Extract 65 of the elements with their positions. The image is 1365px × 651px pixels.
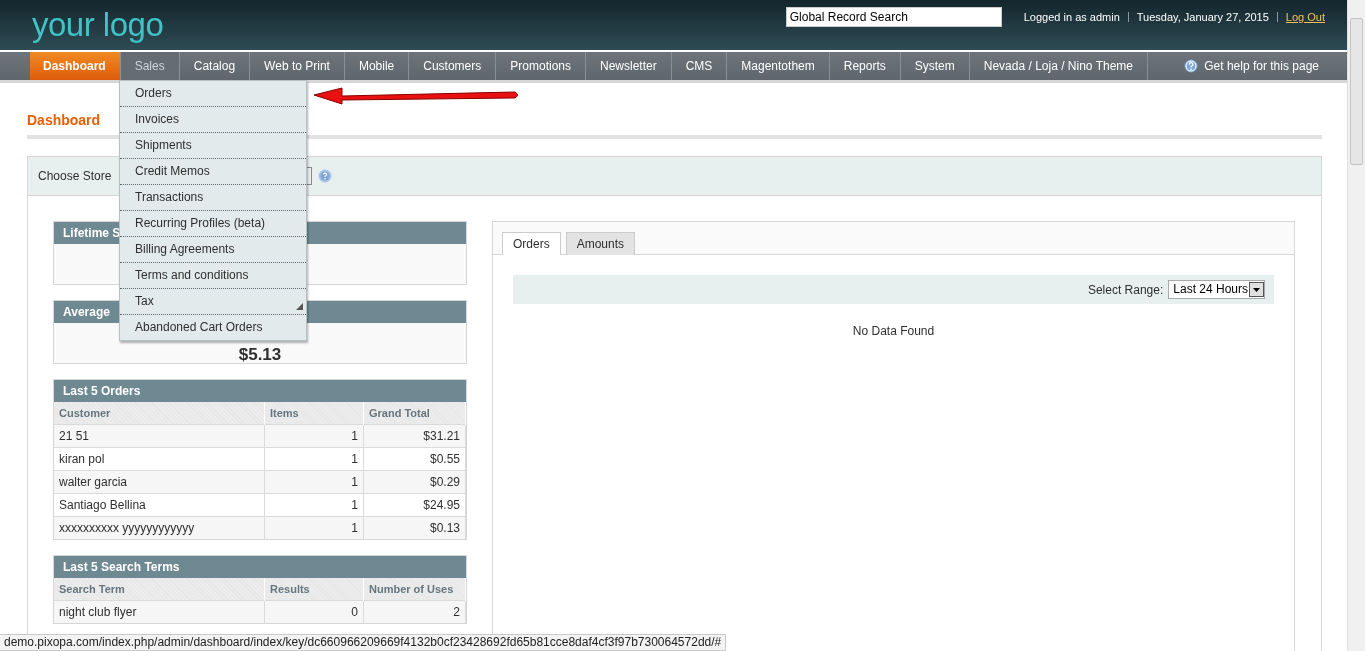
nav-item[interactable]: CMS	[671, 52, 728, 80]
table-cell: $0.55	[363, 447, 466, 471]
table-cell: walter garcia	[54, 470, 265, 494]
search-field[interactable]: Global Record Search	[785, 7, 1002, 27]
date-text: Tuesday, January 27, 2015	[1136, 11, 1269, 23]
menu-item[interactable]: Billing Agreements	[120, 237, 306, 263]
nav-item[interactable]: System	[900, 52, 970, 80]
menu-item[interactable]: Credit Memos	[120, 159, 306, 185]
stat-value: $5.13	[238, 346, 282, 363]
nav-item[interactable]: Magentothem	[727, 52, 830, 80]
table-cell: 21 51	[54, 424, 265, 448]
table-cell: night club flyer	[54, 600, 265, 623]
menu-item[interactable]: Transactions	[120, 185, 306, 211]
help-icon[interactable]	[318, 169, 333, 183]
tab[interactable]: Amounts	[565, 232, 636, 255]
column-header: Customer	[54, 402, 265, 425]
table-cell: xxxxxxxxxx yyyyyyyyyyyy	[54, 516, 265, 539]
help-icon[interactable]	[1184, 59, 1199, 73]
table-cell: 1	[264, 424, 364, 448]
scroll-thumb[interactable]	[1350, 18, 1363, 165]
table-cell: 1	[264, 516, 364, 539]
menu-item[interactable]: Tax	[120, 289, 306, 315]
table-cell: 1	[264, 470, 364, 494]
nav-item[interactable]: Promotions	[496, 52, 586, 80]
help-link[interactable]: Get help for this page	[1204, 59, 1319, 73]
range-label: Select Range:	[1087, 282, 1164, 297]
nav-item[interactable]: Sales	[120, 52, 180, 80]
scrollbar[interactable]	[1347, 0, 1365, 651]
column-header: Grand Total	[363, 402, 466, 425]
column-header: Number of Uses	[363, 578, 466, 601]
table-cell: 1	[264, 447, 364, 471]
table-cell: 0	[264, 600, 364, 623]
page-title: Dashboard	[27, 111, 101, 130]
table-cell: 2	[363, 600, 466, 623]
table-cell: kiran pol	[54, 447, 265, 471]
menu-item[interactable]: Invoices	[120, 107, 306, 133]
tab[interactable]: Orders	[502, 232, 561, 255]
menu-item[interactable]: Orders	[120, 81, 306, 107]
table-cell: $0.29	[363, 470, 466, 494]
user-info: Logged in as admin	[1023, 11, 1120, 23]
table-cell: $31.21	[363, 424, 466, 448]
table-cell: 1	[264, 493, 364, 517]
nav-item[interactable]: Newsletter	[586, 52, 672, 80]
menu-item[interactable]: Shipments	[120, 133, 306, 159]
box-header: Last 5 Orders	[54, 380, 466, 402]
nav-item[interactable]: Nevada / Loja / Nino Theme	[969, 52, 1148, 80]
table-cell: $0.13	[363, 516, 466, 539]
logo[interactable]: your logo	[32, 6, 164, 44]
table-cell: Santiago Bellina	[54, 493, 265, 517]
nav-item[interactable]: Customers	[409, 52, 497, 80]
column-header: Results	[264, 578, 364, 601]
menu-item[interactable]: Recurring Profiles (beta)	[120, 211, 306, 237]
menu-item[interactable]: Terms and conditions	[120, 263, 306, 289]
nav-item[interactable]: Mobile	[344, 52, 410, 80]
logout-link[interactable]: Log Out	[1285, 11, 1325, 23]
box-header: Last 5 Search Terms	[54, 556, 466, 578]
range-select[interactable]: Last 24 Hours	[1168, 280, 1265, 299]
status-bar: demo.pixopa.com/index.php/admin/dashboard/index/key/dc660966209669f4132b0cf23428692fd65b81cce8daf4cf3f97b730064572dd/#	[0, 634, 727, 651]
store-switcher-label: Choose Store	[38, 169, 112, 183]
dropdown-icon	[1249, 282, 1264, 297]
column-header: Items	[264, 402, 364, 425]
empty-message: No Data Found	[851, 324, 936, 338]
column-header: Search Term	[54, 578, 265, 601]
nav-item[interactable]: Reports	[829, 52, 901, 80]
table-cell: $24.95	[363, 493, 466, 517]
